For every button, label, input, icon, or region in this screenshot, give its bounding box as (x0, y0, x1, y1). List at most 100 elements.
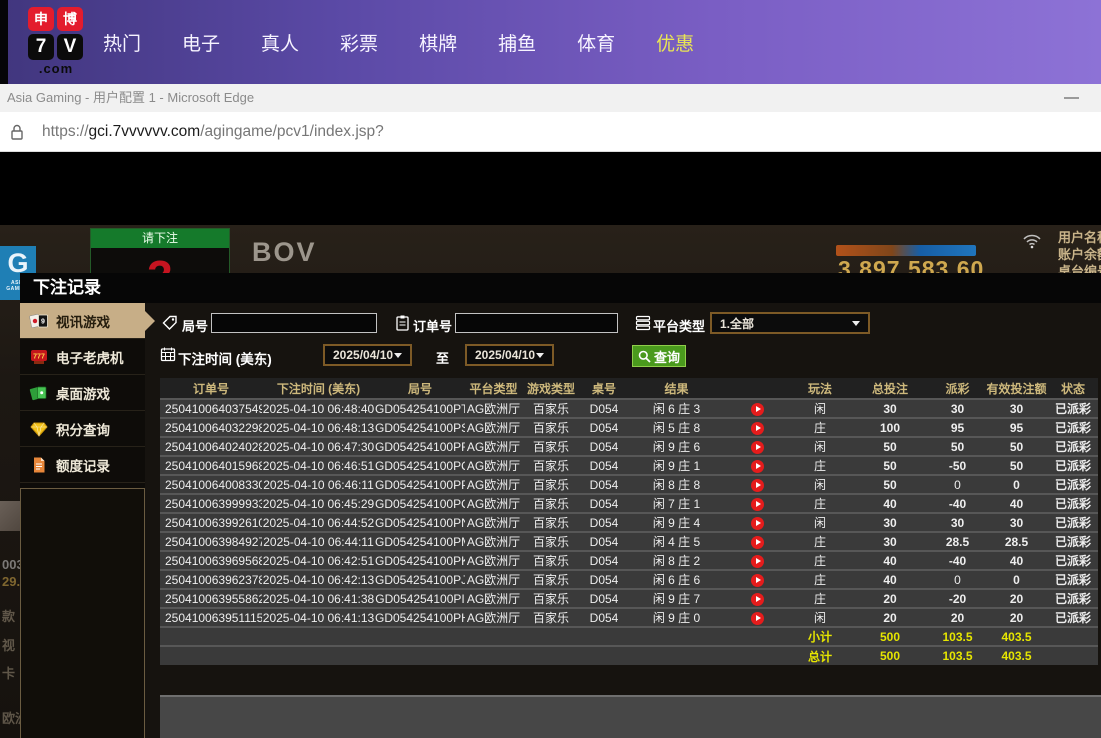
play-result-button[interactable] (751, 574, 764, 587)
cell-c-order: 250410064024028 (160, 437, 262, 456)
minimize-button[interactable]: — (1064, 84, 1079, 112)
tag-icon (162, 315, 178, 336)
cell-c-table: D054 (580, 532, 628, 551)
cell-c-order: 250410063999933 (160, 494, 262, 513)
play-result-button[interactable] (751, 422, 764, 435)
sidebar-item-slot-machines[interactable]: 777 电子老虎机 (20, 339, 145, 375)
cell-pay-zero: 0 (930, 570, 985, 589)
cell-c-num: 0 (985, 475, 1048, 494)
date-from-select[interactable]: 2025/04/10 (323, 344, 412, 366)
play-result-button[interactable] (751, 460, 764, 473)
cell-c-table: D054 (580, 608, 628, 627)
play-result-button[interactable] (751, 612, 764, 625)
cell-pay-win: 50 (930, 437, 985, 456)
nav-item-sports[interactable]: 体育 (577, 29, 615, 56)
cell-c-table: D054 (580, 570, 628, 589)
play-result-button[interactable] (751, 479, 764, 492)
panel-content: 局号 订单号 平台类型 1.全部 下注时间 (美东) 2025/04/10 (145, 303, 1101, 738)
sidebar-item-live-video-games[interactable]: 9 视讯游戏 (20, 303, 145, 339)
cell-c-time: 2025-04-10 06:45:29 (262, 494, 375, 513)
cell-c-side: 闲 (790, 437, 850, 456)
play-result-button[interactable] (751, 593, 764, 606)
platform-type-value: 1.全部 (720, 315, 754, 332)
calendar-icon (160, 346, 176, 367)
cell-c-num: 30 (850, 399, 930, 418)
nav-item-lottery[interactable]: 彩票 (340, 29, 378, 56)
play-result-button[interactable] (751, 517, 764, 530)
cell-c-result: 闲 4 庄 5 (628, 532, 725, 551)
cell-c-round: GD054254100PM (375, 532, 465, 551)
result-video-cell (725, 589, 790, 608)
sidebar-item-points-inquiry[interactable]: 积分查询 (20, 411, 145, 447)
cell-c-time: 2025-04-10 06:42:13 (262, 570, 375, 589)
play-icon (756, 463, 761, 469)
result-video-cell (725, 437, 790, 456)
search-button[interactable]: 查询 (632, 345, 686, 367)
play-icon (756, 501, 761, 507)
sidebar-item-label: 桌面游戏 (56, 383, 110, 403)
cell-pay-zero: 0 (930, 475, 985, 494)
play-result-button[interactable] (751, 536, 764, 549)
cell-c-num: 30 (850, 513, 930, 532)
cell-c-platform: AG欧洲厅 (465, 589, 522, 608)
round-number-label: 局号 (182, 316, 208, 335)
cell-c-round: GD054254100PO (375, 494, 465, 513)
play-icon (756, 444, 761, 450)
cell-c-table: D054 (580, 437, 628, 456)
cell-pay-loss: -40 (930, 551, 985, 570)
result-video-cell (725, 399, 790, 418)
sidebar-item-label: 视讯游戏 (56, 311, 110, 331)
cell-c-side: 庄 (790, 551, 850, 570)
cell-c-status: 已派彩 (1048, 608, 1098, 627)
screen: 申 博 7 V .com 热门 电子 真人 彩票 棋牌 捕鱼 体育 优惠 Asi… (0, 0, 1101, 738)
address-bar[interactable]: https://gci.7vvvvvv.com/agingame/pcv1/in… (0, 112, 1101, 152)
play-result-button[interactable] (751, 555, 764, 568)
sidebar-item-table-games[interactable]: 桌面游戏 (20, 375, 145, 411)
logo-tile: V (57, 34, 83, 60)
result-video-cell (725, 418, 790, 437)
cell-c-table: D054 (580, 456, 628, 475)
cell-c-order: 250410063955862 (160, 589, 262, 608)
cell-c-num: 30 (985, 399, 1048, 418)
cell-c-num: 50 (850, 456, 930, 475)
sidebar-item-credit-records[interactable]: 额度记录 (20, 447, 145, 483)
cell-c-round: GD054254100PT (375, 399, 465, 418)
nav-item-slots[interactable]: 电子 (182, 29, 220, 56)
cell-c-status: 已派彩 (1048, 570, 1098, 589)
cell-c-game: 百家乐 (522, 532, 580, 551)
nav-item-board[interactable]: 棋牌 (419, 29, 457, 56)
sidebar-item-label: 电子老虎机 (56, 347, 124, 367)
result-video-cell (725, 475, 790, 494)
order-number-input[interactable] (455, 313, 618, 333)
cell-c-num: 40 (850, 494, 930, 513)
cell-c-game: 百家乐 (522, 456, 580, 475)
site-logo[interactable]: 申 博 7 V .com (28, 7, 84, 76)
cell-pay-win: 30 (930, 399, 985, 418)
site-navbar: 申 博 7 V .com 热门 电子 真人 彩票 棋牌 捕鱼 体育 优惠 (0, 0, 1101, 84)
logo-suffix: .com (28, 61, 84, 76)
cell-c-time: 2025-04-10 06:44:52 (262, 513, 375, 532)
cell-c-time: 2025-04-10 06:47:30 (262, 437, 375, 456)
document-icon (29, 456, 49, 474)
cell-c-num: 50 (985, 456, 1048, 475)
platform-type-select[interactable]: 1.全部 (710, 312, 870, 334)
nav-item-promo[interactable]: 优惠 (656, 29, 694, 56)
cell-c-status: 已派彩 (1048, 437, 1098, 456)
cell-pay-win: 20 (930, 608, 985, 627)
table-row: 2504100640240282025-04-10 06:47:30GD0542… (160, 437, 1098, 456)
round-number-input[interactable] (211, 313, 377, 333)
play-result-button[interactable] (751, 441, 764, 454)
table-row: 2504100639695682025-04-10 06:42:51GD0542… (160, 551, 1098, 570)
cell-c-round: GD054254100PN (375, 513, 465, 532)
cell-c-status: 已派彩 (1048, 399, 1098, 418)
cell-c-num: 40 (850, 570, 930, 589)
cell-c-order: 250410064037549 (160, 399, 262, 418)
date-to-select[interactable]: 2025/04/10 (465, 344, 554, 366)
play-result-button[interactable] (751, 498, 764, 511)
nav-item-live[interactable]: 真人 (261, 29, 299, 56)
play-result-button[interactable] (751, 403, 764, 416)
cell-c-result: 闲 9 庄 4 (628, 513, 725, 532)
nav-item-fishing[interactable]: 捕鱼 (498, 29, 536, 56)
nav-item-hot[interactable]: 热门 (103, 29, 141, 56)
sidebar-item-label: 额度记录 (56, 455, 110, 475)
